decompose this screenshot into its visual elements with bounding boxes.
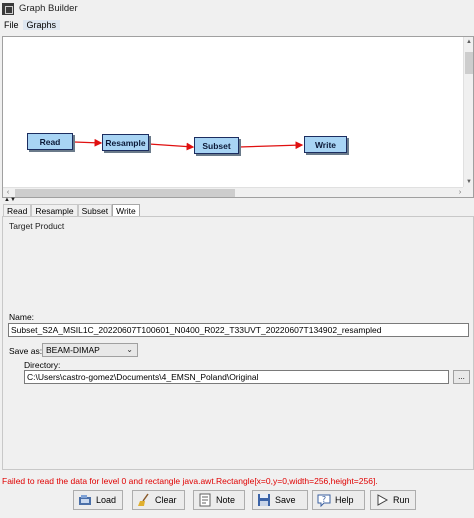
help-icon: ? bbox=[317, 493, 331, 507]
menu-file[interactable]: File bbox=[0, 20, 23, 30]
menu-graphs[interactable]: Graphs bbox=[22, 20, 61, 30]
save-icon bbox=[257, 493, 271, 507]
directory-label: Directory: bbox=[24, 360, 61, 370]
name-label: Name: bbox=[9, 312, 35, 322]
vertical-scroll-thumb[interactable] bbox=[465, 52, 473, 74]
write-panel: Target Product Name: Save as: BEAM-DIMAP… bbox=[2, 216, 474, 470]
error-message: Failed to read the data for level 0 and … bbox=[2, 476, 378, 486]
save-as-label: Save as: bbox=[9, 346, 43, 356]
chevron-down-icon: ⌄ bbox=[126, 345, 133, 354]
note-icon bbox=[198, 493, 212, 507]
load-icon bbox=[78, 493, 92, 507]
title-bar: Graph Builder bbox=[0, 0, 474, 17]
window-title: Graph Builder bbox=[19, 3, 78, 14]
graph-panel: Read Resample Subset Write ▲ ▼ ‹ › bbox=[2, 36, 474, 198]
graph-horizontal-scrollbar[interactable]: ‹ › bbox=[3, 187, 465, 197]
node-write[interactable]: Write bbox=[304, 136, 347, 153]
run-label: Run bbox=[393, 495, 410, 505]
horizontal-scroll-thumb[interactable] bbox=[15, 189, 235, 197]
browse-button[interactable]: ... bbox=[453, 370, 470, 384]
node-subset[interactable]: Subset bbox=[194, 137, 239, 154]
broom-icon bbox=[137, 493, 151, 507]
note-button[interactable]: Note bbox=[193, 490, 245, 510]
help-button[interactable]: ? Help bbox=[312, 490, 365, 510]
directory-field[interactable] bbox=[24, 370, 449, 384]
play-icon bbox=[375, 493, 389, 507]
node-read[interactable]: Read bbox=[27, 133, 73, 150]
run-button[interactable]: Run bbox=[370, 490, 416, 510]
split-down-icon[interactable]: ▼ bbox=[10, 197, 16, 203]
clear-button[interactable]: Clear bbox=[132, 490, 185, 510]
svg-text:?: ? bbox=[322, 495, 326, 504]
edge-resample-subset bbox=[148, 142, 195, 151]
save-as-select[interactable]: BEAM-DIMAP ⌄ bbox=[42, 343, 138, 357]
save-label: Save bbox=[275, 495, 296, 505]
clear-label: Clear bbox=[155, 495, 177, 505]
save-as-value: BEAM-DIMAP bbox=[46, 345, 100, 355]
load-label: Load bbox=[96, 495, 117, 505]
save-button[interactable]: Save bbox=[252, 490, 308, 510]
edge-subset-write bbox=[238, 141, 304, 150]
app-icon bbox=[2, 2, 14, 15]
scroll-corner bbox=[463, 187, 473, 197]
name-field[interactable] bbox=[8, 323, 469, 337]
target-product-title: Target Product bbox=[9, 221, 65, 231]
edge-read-resample bbox=[73, 138, 103, 147]
button-bar: Load Clear Note Save ? Help Run bbox=[0, 488, 474, 516]
scroll-down-icon[interactable]: ▼ bbox=[464, 177, 474, 187]
scroll-up-icon[interactable]: ▲ bbox=[464, 37, 474, 47]
load-button[interactable]: Load bbox=[73, 490, 123, 510]
help-label: Help bbox=[335, 495, 354, 505]
graph-vertical-scrollbar[interactable]: ▲ ▼ bbox=[463, 37, 473, 187]
menu-bar: File Graphs bbox=[0, 17, 474, 33]
graph-edges bbox=[73, 138, 304, 151]
note-label: Note bbox=[216, 495, 236, 505]
node-resample[interactable]: Resample bbox=[102, 134, 149, 151]
